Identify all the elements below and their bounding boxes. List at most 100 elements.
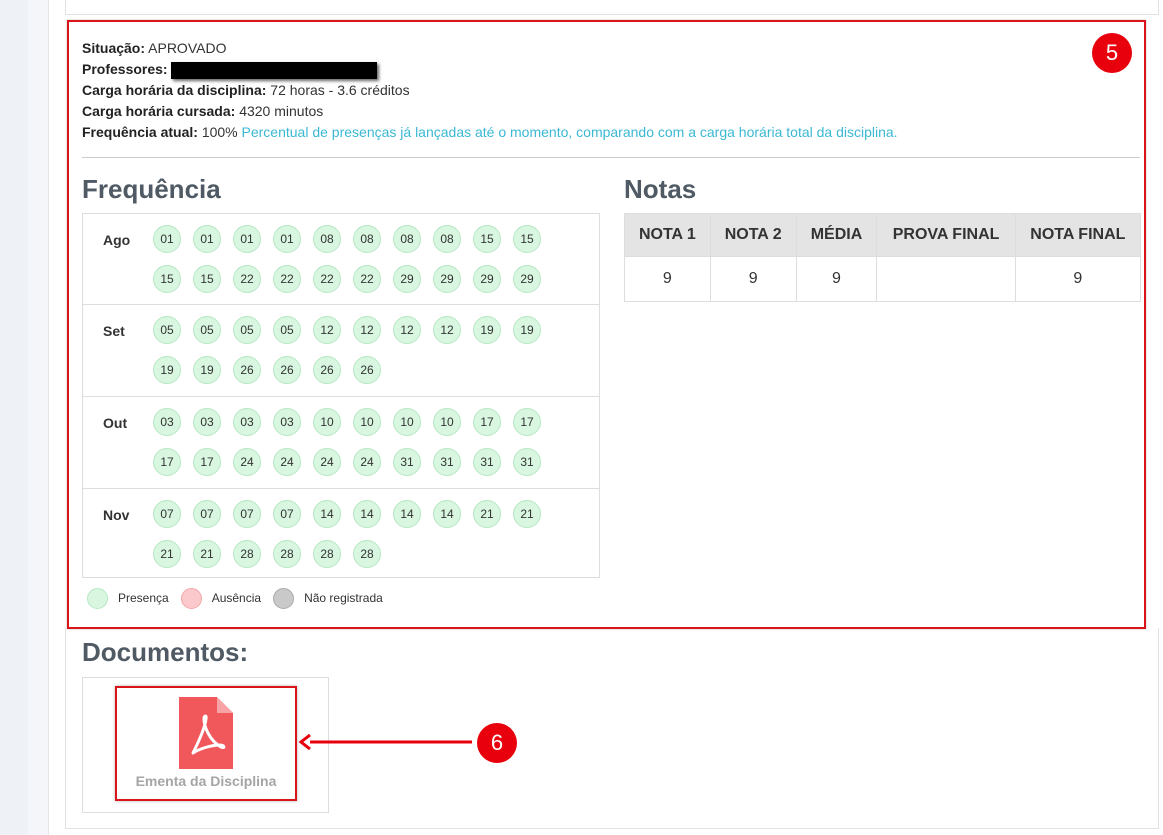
carga-cursada-line: Carga horária cursada: 4320 minutos [82,101,898,122]
attendance-day-presence: 08 [313,225,341,253]
attendance-day-presence: 22 [233,265,261,293]
panel-top-edge [65,0,1159,15]
attendance-day-presence: 12 [393,316,421,344]
attendance-day-presence: 17 [513,408,541,436]
grades-value-row: 9 9 9 9 [624,256,1142,302]
frequencia-line: Frequência atual: 100% Percentual de pre… [82,122,898,143]
attendance-day-presence: 08 [393,225,421,253]
documentos-title: Documentos: [82,637,249,667]
attendance-month-row: Ago 01 01 01 01 08 08 08 08 15 15 15 15 22 22 22 22 29 29 2… [83,214,599,305]
attendance-day-presence: 19 [513,316,541,344]
attendance-day-presence: 19 [153,356,181,384]
attendance-day-presence: 10 [393,408,421,436]
attendance-day-presence: 12 [353,316,381,344]
attendance-day-presence: 05 [233,316,261,344]
attendance-day-presence: 17 [193,448,221,476]
attendance-day-presence: 14 [433,500,461,528]
frequencia-title: Frequência [82,174,221,204]
attendance-day-presence: 05 [153,316,181,344]
attendance-calendar: Ago 01 01 01 01 08 08 08 08 15 15 15 15 22 22 22 22 29 29 2… [82,213,600,578]
attendance-day-presence: 01 [193,225,221,253]
attendance-month-row: Nov 07 07 07 07 14 14 14 14 21 21 21 21 28 28 28 28 [83,489,599,580]
frequencia-value: 100% [201,124,238,140]
legend-label: Não registrada [304,591,383,605]
attendance-day-presence: 26 [233,356,261,384]
attendance-month-row: Set 05 05 05 05 12 12 12 12 19 19 19 19 26 26 26 26 [83,305,599,397]
month-name: Out [103,415,128,431]
carga-disciplina-label: Carga horária da disciplina: [82,82,267,98]
document-ementa-link[interactable]: Ementa da Disciplina [115,686,297,801]
legend-item: Presença [87,588,169,609]
situacao-value: APROVADO [148,40,227,56]
attendance-month-row: Out 03 03 03 03 10 10 10 10 17 17 17 17 24 24 24 24 31 31 3… [83,397,599,489]
attendance-day-presence: 01 [233,225,261,253]
legend-item: Não registrada [273,588,383,609]
attendance-day-presence: 10 [353,408,381,436]
notas-title: Notas [624,174,697,204]
section-divider [82,157,1140,158]
attendance-days: 05 05 05 05 12 12 12 12 19 19 19 19 26 26 26 26 [153,316,553,396]
attendance-day-presence: 24 [353,448,381,476]
attendance-day-presence: 12 [313,316,341,344]
attendance-day-presence: 01 [273,225,301,253]
carga-disciplina-value: 72 horas - 3.6 créditos [270,82,410,98]
attendance-day-presence: 19 [193,356,221,384]
callout-badge-6: 6 [477,723,517,763]
attendance-day-presence: 17 [473,408,501,436]
attendance-day-presence: 29 [473,265,501,293]
attendance-day-presence: 03 [273,408,301,436]
grade-value: 9 [795,256,878,302]
carga-cursada-value: 4320 minutos [239,103,324,119]
attendance-day-presence: 22 [273,265,301,293]
attendance-day-presence: 21 [193,540,221,568]
attendance-day-presence: 31 [433,448,461,476]
grade-value: 9 [1014,256,1142,302]
legend-swatch [180,588,202,609]
attendance-day-presence: 07 [273,500,301,528]
discipline-info: Situação: APROVADO Professores: Carga ho… [82,38,898,143]
callout-arrow [298,734,472,750]
attendance-day-presence: 19 [473,316,501,344]
attendance-day-presence: 29 [433,265,461,293]
legend-swatch [87,588,108,609]
attendance-day-presence: 12 [433,316,461,344]
grade-header: NOTA 1 [624,213,711,257]
attendance-day-presence: 17 [153,448,181,476]
situacao-label: Situação: [82,40,146,56]
attendance-day-presence: 05 [273,316,301,344]
legend-label: Presença [118,591,169,605]
legend-item: Ausência [180,588,262,609]
grade-header: NOTA FINAL [1014,213,1142,257]
professores-label: Professores: [82,61,168,77]
legend-swatch [273,588,295,609]
grade-value: 9 [624,256,711,302]
grades-table: NOTA 1 NOTA 2 MÉDIA PROVA FINAL NOTA FIN… [624,213,1142,302]
attendance-day-presence: 22 [313,265,341,293]
month-name: Set [103,323,125,339]
attendance-day-presence: 05 [193,316,221,344]
attendance-legend: Presença Ausência Não registrada [87,588,395,609]
attendance-day-presence: 15 [193,265,221,293]
grade-header: NOTA 2 [709,213,797,257]
attendance-day-presence: 03 [153,408,181,436]
attendance-day-presence: 26 [353,356,381,384]
attendance-day-presence: 24 [313,448,341,476]
attendance-day-presence: 26 [313,356,341,384]
grades-header-row: NOTA 1 NOTA 2 MÉDIA PROVA FINAL NOTA FIN… [624,213,1142,257]
attendance-day-presence: 31 [473,448,501,476]
frequencia-hint: Percentual de presenças já lançadas até … [241,124,898,140]
attendance-day-presence: 28 [313,540,341,568]
attendance-day-presence: 21 [473,500,501,528]
professores-line: Professores: [82,59,898,80]
attendance-day-presence: 22 [353,265,381,293]
attendance-day-presence: 07 [153,500,181,528]
month-name: Nov [103,507,130,523]
situacao-line: Situação: APROVADO [82,38,898,59]
attendance-day-presence: 14 [353,500,381,528]
pdf-icon [179,697,233,769]
attendance-day-presence: 15 [513,225,541,253]
attendance-day-presence: 14 [393,500,421,528]
callout-badge-5: 5 [1092,33,1132,73]
legend-label: Ausência [211,591,262,605]
attendance-day-presence: 10 [433,408,461,436]
